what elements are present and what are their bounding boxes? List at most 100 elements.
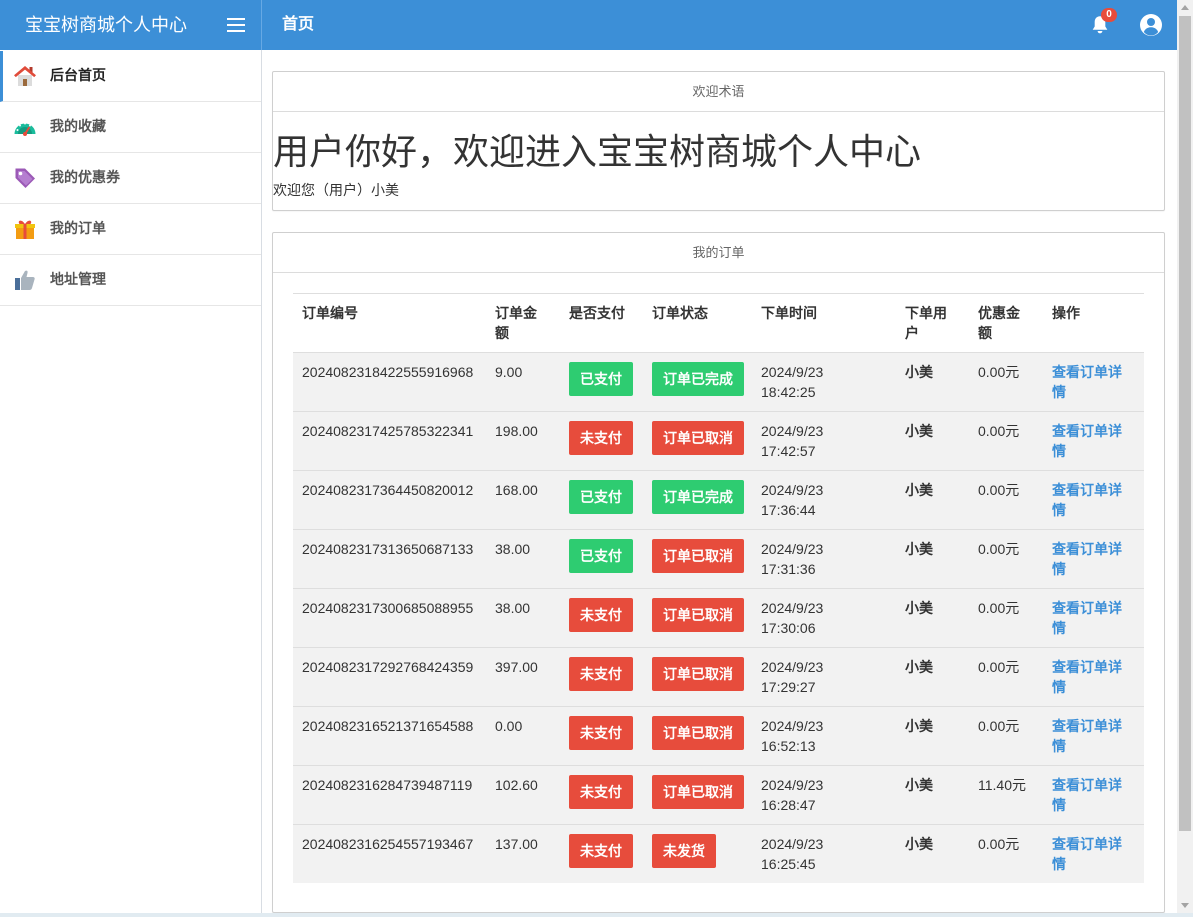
order-time-cell: 2024/9/23 17:30:06 [752,588,896,648]
view-order-details-link[interactable]: 查看订单详情 [1052,657,1126,697]
payment-status-badge: 未支付 [569,657,633,691]
payment-status-badge: 已支付 [569,539,633,573]
order-number-cell: 2024082317425785322341 [293,411,486,471]
table-row: 2024082316284739487119 102.60 未支付 订单已取消 … [293,765,1144,825]
main-content: 欢迎术语 用户你好，欢迎进入宝宝树商城个人中心 欢迎您（用户）小美 我的订单 订… [262,50,1177,913]
notification-count-badge: 0 [1101,8,1117,22]
table-row: 2024082317313650687133 38.00 已支付 订单已取消 2… [293,529,1144,589]
sidebar-item-favorites[interactable]: 我的收藏 [0,102,261,153]
welcome-panel: 欢迎术语 用户你好，欢迎进入宝宝树商城个人中心 欢迎您（用户）小美 [272,71,1165,211]
order-time-cell: 2024/9/23 17:31:36 [752,529,896,589]
table-row: 2024082317364450820012 168.00 已支付 订单已完成 … [293,470,1144,530]
welcome-panel-title: 欢迎术语 [273,72,1164,112]
discount-amount-cell: 11.40元 [969,765,1043,825]
order-number-cell: 2024082316284739487119 [293,765,486,825]
sidebar-item-label: 地址管理 [50,271,106,287]
order-status-cell: 订单已取消 [643,706,752,766]
order-number-cell: 2024082317364450820012 [293,470,486,530]
order-amount-cell: 9.00 [486,352,560,412]
payment-status-cell: 未支付 [560,411,643,471]
payment-status-badge: 未支付 [569,716,633,750]
app-title[interactable]: 宝宝树商城个人中心 [25,13,187,37]
discount-amount-cell: 0.00元 [969,470,1043,530]
order-time: 2024/9/23 17:42:57 [761,423,824,459]
order-number-cell: 2024082318422555916968 [293,352,486,412]
table-row: 2024082317292768424359 397.00 未支付 订单已取消 … [293,647,1144,707]
view-order-details-link[interactable]: 查看订单详情 [1052,598,1126,638]
scroll-down-arrow-icon[interactable] [1181,903,1189,908]
action-cell: 查看订单详情 [1043,647,1144,707]
payment-status-cell: 未支付 [560,824,643,883]
order-time: 2024/9/23 17:29:27 [761,659,824,695]
view-order-details-link[interactable]: 查看订单详情 [1052,362,1126,402]
order-user-cell: 小美 [896,647,969,707]
welcome-greeting: 欢迎您（用户）小美 [273,182,399,198]
column-header-order-user: 下单用户 [896,293,969,353]
order-status-cell: 订单已完成 [643,470,752,530]
order-status-badge: 订单已取消 [652,716,744,750]
order-time: 2024/9/23 17:36:44 [761,482,824,518]
orders-panel: 我的订单 订单编号 订单金额 是否支付 订单状态 下单时间 下单用户 优惠金额 [272,232,1165,913]
discount-amount-cell: 0.00元 [969,824,1043,883]
table-header-row: 订单编号 订单金额 是否支付 订单状态 下单时间 下单用户 优惠金额 操作 [293,293,1144,353]
sidebar-item-home[interactable]: 后台首页 [0,51,261,102]
order-status-cell: 订单已取消 [643,411,752,471]
payment-status-badge: 未支付 [569,598,633,632]
view-order-details-link[interactable]: 查看订单详情 [1052,539,1126,579]
order-amount-cell: 102.60 [486,765,560,825]
order-amount-cell: 168.00 [486,470,560,530]
table-row: 2024082318422555916968 9.00 已支付 订单已完成 20… [293,352,1144,412]
discount-amount-cell: 0.00元 [969,411,1043,471]
order-time: 2024/9/23 17:30:06 [761,600,824,636]
order-amount-cell: 38.00 [486,529,560,589]
order-status-cell: 订单已取消 [643,588,752,648]
order-user-cell: 小美 [896,824,969,883]
column-header-label: 优惠金额 [978,305,1020,341]
order-amount-cell: 198.00 [486,411,560,471]
brand-area: 宝宝树商城个人中心 [0,0,262,50]
user-menu-button[interactable] [1139,13,1163,37]
home-icon [14,66,36,86]
view-order-details-link[interactable]: 查看订单详情 [1052,421,1126,461]
order-number-cell: 2024082317300685088955 [293,588,486,648]
order-amount-cell: 0.00 [486,706,560,766]
order-time: 2024/9/23 16:52:13 [761,718,824,754]
order-status-badge: 订单已取消 [652,775,744,809]
action-cell: 查看订单详情 [1043,529,1144,589]
order-status-badge: 订单已取消 [652,539,744,573]
order-number-cell: 2024082316521371654588 [293,706,486,766]
order-time: 2024/9/23 16:25:45 [761,836,824,872]
table-row: 2024082316254557193467 137.00 未支付 未发货 20… [293,824,1144,883]
order-status-badge: 订单已取消 [652,598,744,632]
column-header-label: 订单金额 [495,305,537,341]
order-user-cell: 小美 [896,529,969,589]
view-order-details-link[interactable]: 查看订单详情 [1052,775,1126,815]
view-order-details-link[interactable]: 查看订单详情 [1052,716,1126,756]
welcome-heading: 用户你好，欢迎进入宝宝树商城个人中心 [273,131,922,172]
sidebar-item-orders[interactable]: 我的订单 [0,204,261,255]
view-order-details-link[interactable]: 查看订单详情 [1052,480,1126,520]
column-header-label: 下单用户 [905,305,947,341]
order-time-cell: 2024/9/23 16:52:13 [752,706,896,766]
order-time-cell: 2024/9/23 17:36:44 [752,470,896,530]
order-amount-cell: 38.00 [486,588,560,648]
scrollbar-thumb[interactable] [1179,16,1191,831]
sidebar-item-addresses[interactable]: 地址管理 [0,255,261,306]
action-cell: 查看订单详情 [1043,765,1144,825]
payment-status-cell: 已支付 [560,470,643,530]
sidebar-item-coupons[interactable]: 我的优惠券 [0,153,261,204]
scroll-up-arrow-icon[interactable] [1181,5,1189,10]
order-time-cell: 2024/9/23 16:28:47 [752,765,896,825]
view-order-details-link[interactable]: 查看订单详情 [1052,834,1126,874]
payment-status-badge: 未支付 [569,834,633,868]
dashboard-gauge-icon [14,122,36,136]
discount-amount-cell: 0.00元 [969,352,1043,412]
sidebar-toggle-button[interactable] [224,14,248,36]
welcome-panel-body: 用户你好，欢迎进入宝宝树商城个人中心 欢迎您（用户）小美 [273,112,1164,210]
order-number-cell: 2024082317292768424359 [293,647,486,707]
order-user-cell: 小美 [896,588,969,648]
tag-icon [15,168,35,188]
order-status-badge: 订单已完成 [652,362,744,396]
vertical-scrollbar[interactable] [1177,0,1193,913]
order-amount-cell: 137.00 [486,824,560,883]
